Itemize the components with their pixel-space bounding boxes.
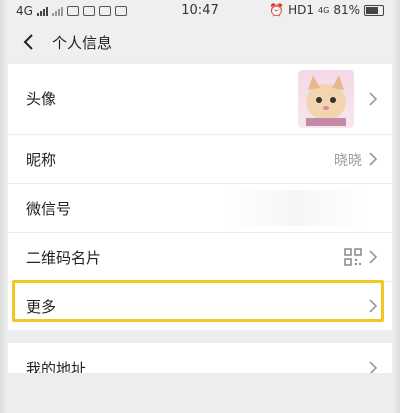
row-avatar-label: 头像 [26, 90, 57, 108]
alarm-icon: ⏰ [269, 3, 285, 17]
battery-percent: 81% [333, 3, 360, 17]
hd-label: HD1 [288, 3, 315, 17]
status-right: ⏰ HD1 4G 81% [269, 3, 384, 17]
profile-list: 头像 昵称 晓晓 微信号 二维码名片 更多 我的地址 [8, 64, 392, 394]
battery-icon [364, 4, 384, 16]
row-nickname[interactable]: 昵称 晓晓 [8, 135, 392, 184]
avatar-image[interactable] [298, 70, 354, 128]
status-bar: 4G 10:47 ⏰ HD1 4G 81% [8, 0, 392, 22]
bottom-area [8, 373, 392, 413]
chevron-right-icon [369, 152, 378, 166]
row-qr-card[interactable]: 二维码名片 [8, 233, 392, 282]
device-edge-left [0, 0, 8, 413]
chevron-right-icon [369, 92, 378, 106]
row-qr-card-label: 二维码名片 [26, 249, 102, 267]
device-edge-right [392, 0, 400, 413]
nickname-value: 晓晓 [334, 153, 362, 169]
chevron-right-icon [369, 299, 378, 313]
chevron-right-icon [369, 250, 378, 264]
qr-code-icon [344, 248, 362, 266]
wechat-id-blurred-value [226, 190, 366, 226]
row-nickname-label: 昵称 [26, 151, 57, 169]
row-wechat-id[interactable]: 微信号 [8, 184, 392, 233]
row-wechat-id-label: 微信号 [26, 200, 72, 218]
cat-avatar-icon [306, 75, 346, 126]
page-title: 个人信息 [52, 34, 113, 52]
row-avatar[interactable]: 头像 [8, 64, 392, 135]
row-more[interactable]: 更多 [8, 282, 392, 331]
back-arrow-icon[interactable] [20, 32, 38, 52]
screen: 4G 10:47 ⏰ HD1 4G 81% 个人信息 头像 昵称 晓晓 微信号 … [0, 0, 400, 413]
top-nav: 个人信息 [8, 22, 392, 62]
section-gap [8, 331, 392, 343]
network-small-label: 4G [318, 5, 330, 15]
row-more-label: 更多 [26, 298, 57, 316]
